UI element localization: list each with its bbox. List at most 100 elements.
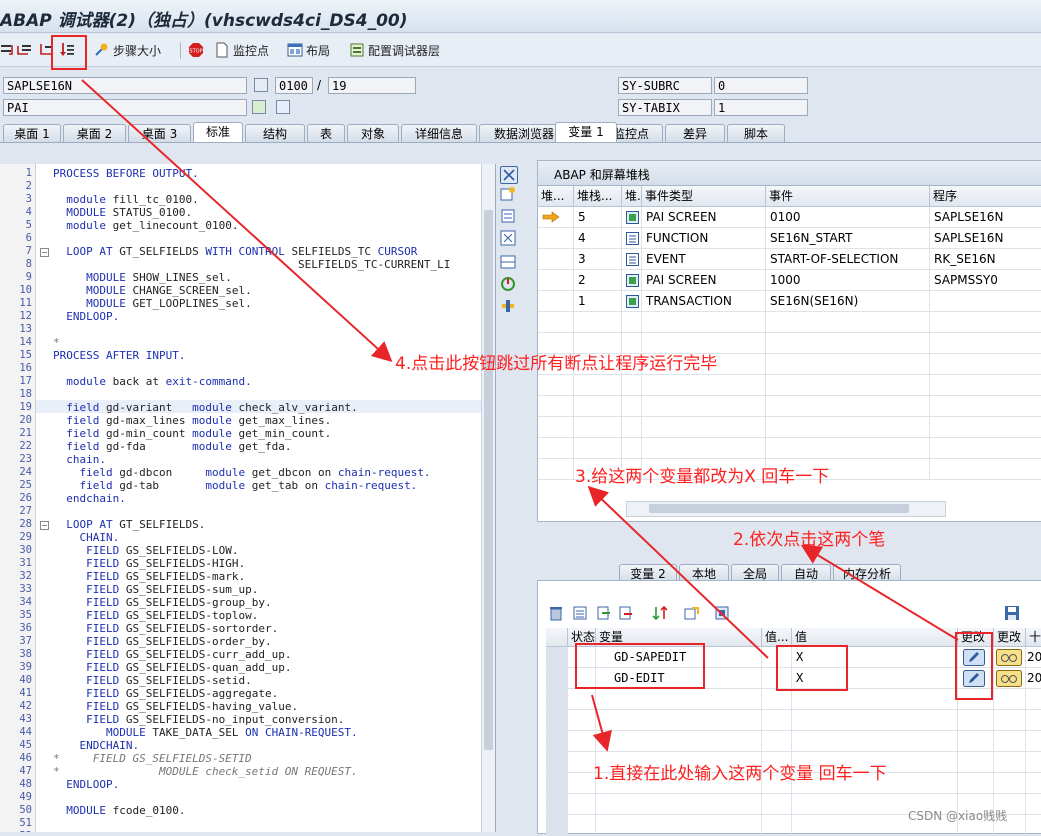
- tab-2[interactable]: 桌面 2: [63, 124, 126, 142]
- variable-header-1[interactable]: [546, 628, 568, 647]
- layout-button[interactable]: 布局: [287, 40, 330, 60]
- stack-event: 1000: [766, 270, 930, 291]
- row-selector[interactable]: [546, 752, 568, 773]
- fold-toggle-icon[interactable]: −: [40, 248, 49, 257]
- code-line: MODULE CHANGE_SCREEN_sel.: [53, 284, 252, 297]
- close-icon[interactable]: [500, 166, 518, 184]
- code-line: FIELD GS_SELFIELDS-group_by.: [53, 596, 272, 609]
- variable-empty-cell[interactable]: [596, 794, 762, 815]
- services-icon[interactable]: [500, 276, 516, 292]
- program-nav-icon[interactable]: [254, 78, 268, 92]
- stack-panel-header: ABAP 和屏幕堆栈: [538, 161, 1041, 186]
- code-text: FIELD GS_SELFIELDS-group_by.: [86, 596, 272, 609]
- remove-icon[interactable]: [618, 605, 634, 621]
- row-selector[interactable]: [546, 647, 568, 668]
- code-line: module back at exit-command.: [53, 375, 251, 388]
- change-history-button[interactable]: [994, 668, 1026, 689]
- variable-empty-cell[interactable]: [792, 710, 958, 731]
- stack-hscrollbar[interactable]: [626, 501, 946, 517]
- stop-button[interactable]: STOP: [188, 40, 204, 60]
- highlight-variable-values: [776, 645, 848, 691]
- stack-hscroll-thumb[interactable]: [649, 504, 909, 513]
- stack-header-4[interactable]: 事件类型: [642, 186, 766, 207]
- transfer-icon[interactable]: [684, 605, 700, 621]
- code-line: FIELD GS_SELFIELDS-mark.: [53, 570, 245, 583]
- stack-header-5[interactable]: 事件: [766, 186, 930, 207]
- row-selector[interactable]: [546, 731, 568, 752]
- line-number: 2: [25, 180, 32, 192]
- event-nav-icon[interactable]: [252, 100, 266, 114]
- stop-icon: STOP: [188, 42, 204, 58]
- fold-toggle-icon[interactable]: −: [40, 521, 49, 530]
- line-number: 3: [25, 193, 32, 205]
- editor-scrollbar[interactable]: [481, 164, 495, 832]
- code-line: PROCESS BEFORE OUTPUT.: [53, 167, 199, 180]
- stack-header-2[interactable]: 堆栈...: [574, 186, 622, 207]
- watchpoint-button[interactable]: 监控点: [214, 40, 269, 60]
- variable-empty-cell[interactable]: [792, 689, 958, 710]
- variable-empty-cell[interactable]: [596, 815, 762, 836]
- tab-7[interactable]: 对象: [347, 124, 399, 142]
- stack-type-icon-cell: [622, 207, 642, 228]
- tab-1[interactable]: 桌面 1: [3, 124, 61, 142]
- code-editor[interactable]: 1 2 3 4 5 6 7 8 9 10 11 12 13 14 15 16 17 18 19 20 21 22 23 24 2…: [0, 164, 496, 832]
- info-icon[interactable]: [276, 100, 290, 114]
- step-into-button[interactable]: [0, 40, 16, 60]
- tab-8[interactable]: 详细信息: [401, 124, 477, 142]
- row-selector[interactable]: [546, 668, 568, 689]
- stack-empty-cell: [766, 417, 930, 438]
- row-selector[interactable]: [546, 794, 568, 815]
- row-selector[interactable]: [546, 689, 568, 710]
- settings-icon[interactable]: [714, 605, 730, 621]
- row-selector[interactable]: [546, 773, 568, 794]
- variable-empty-cell[interactable]: [792, 731, 958, 752]
- import-icon[interactable]: [596, 605, 612, 621]
- screen-icon: [626, 211, 639, 224]
- stack-empty-cell: [766, 312, 930, 333]
- variable-tab-1[interactable]: 变量 1: [555, 122, 617, 142]
- maximize-icon[interactable]: [500, 230, 516, 246]
- row-selector[interactable]: [546, 815, 568, 836]
- tab-12[interactable]: 脚本: [727, 124, 785, 142]
- stack-header-1[interactable]: 堆...: [538, 186, 574, 207]
- code-text: field gd-variant module check_alv_varian…: [66, 401, 358, 414]
- tab-11[interactable]: 差异: [665, 124, 725, 142]
- new-tool-icon[interactable]: [500, 186, 516, 202]
- variable-empty-cell[interactable]: [596, 689, 762, 710]
- editor-scroll-thumb[interactable]: [484, 210, 493, 750]
- row-selector[interactable]: [546, 710, 568, 731]
- variable-empty-cell[interactable]: [596, 710, 762, 731]
- line-number: 25: [19, 479, 32, 491]
- swap-tool-icon[interactable]: [500, 208, 516, 224]
- code-line: FIELD GS_SELFIELDS-sum_up.: [53, 583, 258, 596]
- tab-6[interactable]: 表: [307, 124, 345, 142]
- sort-icon[interactable]: [652, 605, 670, 621]
- variable-header-7[interactable]: 更改: [994, 628, 1026, 647]
- stack-event-type: EVENT: [642, 249, 766, 270]
- code-line: field gd-dbcon module get_dbcon on chain…: [53, 466, 431, 479]
- stack-header-6[interactable]: 程序: [930, 186, 1041, 207]
- debugger-toolbar: 步骤大小 STOP 监控点 布局 配置调试器层: [0, 34, 1041, 67]
- tab-4[interactable]: 标准: [193, 122, 243, 142]
- split-icon[interactable]: [500, 254, 516, 270]
- stack-empty-cell: [574, 417, 622, 438]
- stack-empty-cell: [930, 312, 1041, 333]
- stack-program: SAPLSE16N: [930, 228, 1041, 249]
- tab-3[interactable]: 桌面 3: [128, 124, 191, 142]
- save-icon[interactable]: [1004, 605, 1020, 621]
- stack-header-3[interactable]: 堆.: [622, 186, 642, 207]
- stack-empty-cell: [930, 459, 1041, 480]
- step-over-button[interactable]: [16, 40, 32, 60]
- change-history-button[interactable]: [994, 647, 1026, 668]
- highlight-pencil-buttons: [955, 632, 993, 700]
- variable-header-8[interactable]: 十六: [1026, 628, 1041, 647]
- step-size-button[interactable]: 步骤大小: [94, 40, 161, 60]
- delete-icon[interactable]: [548, 605, 564, 621]
- config-layers-button[interactable]: 配置调试器层: [349, 40, 440, 60]
- tab-5[interactable]: 结构: [245, 124, 305, 142]
- stack-program: SAPLSE16N: [930, 207, 1041, 228]
- tools-icon[interactable]: [500, 298, 516, 314]
- variable-empty-cell[interactable]: [596, 731, 762, 752]
- code-line: FIELD GS_SELFIELDS-quan_add_up.: [53, 661, 291, 674]
- list-icon[interactable]: [572, 605, 588, 621]
